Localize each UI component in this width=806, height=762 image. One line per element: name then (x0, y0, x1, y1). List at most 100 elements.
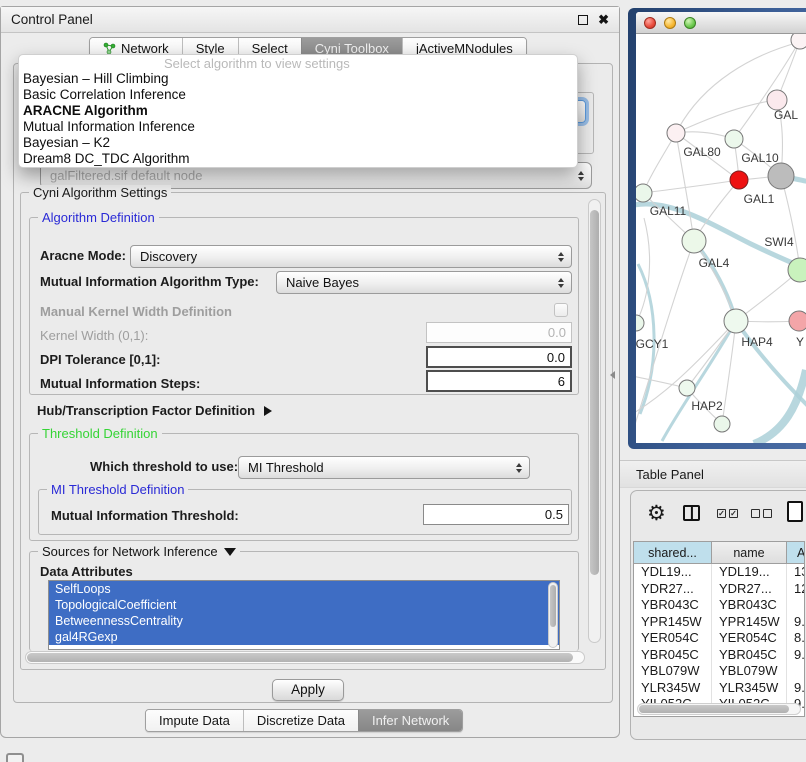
svg-text:HAP2: HAP2 (691, 399, 723, 413)
network-node-y[interactable] (789, 311, 806, 331)
list-item[interactable]: TopologicalCoefficient (49, 597, 559, 613)
column-header-shared-name[interactable]: shared... (634, 542, 712, 564)
dpi-tolerance-input[interactable] (426, 346, 572, 368)
aracne-mode-combo[interactable]: Discovery (130, 245, 572, 268)
dpi-tolerance-label: DPI Tolerance [0,1]: (40, 352, 160, 367)
panel-collapse-handle-icon[interactable] (610, 371, 615, 379)
svg-text:HAP4: HAP4 (741, 335, 773, 349)
table-panel-title: Table Panel (636, 467, 704, 482)
network-node[interactable] (791, 34, 806, 49)
network-node-labels: GAL GAL80 GAL10 GAL1 GAL11 GAL4 SWI4 GCY… (636, 108, 804, 413)
network-node[interactable] (767, 90, 787, 110)
mi-steps-input[interactable] (426, 370, 572, 392)
algorithm-option[interactable]: Dream8 DC_TDC Algorithm (19, 151, 577, 167)
document-icon[interactable] (787, 501, 803, 522)
sources-group: Sources for Network Inference Data Attri… (29, 551, 579, 651)
algorithm-option[interactable]: Bayesian – K2 (19, 135, 577, 151)
settings-horizontal-scrollbar[interactable] (25, 651, 585, 664)
expanded-arrow-icon (224, 548, 236, 556)
mi-steps-label: Mutual Information Steps: (40, 376, 200, 391)
combo-stepper-icon (578, 171, 584, 181)
table-row[interactable]: YBR043C YBR043C (634, 597, 804, 614)
table-row[interactable]: YBR045C YBR045C 9. (634, 647, 804, 664)
algorithm-option-selected[interactable]: ARACNE Algorithm (19, 103, 577, 119)
hub-tf-definition-section[interactable]: Hub/Transcription Factor Definition (37, 403, 272, 418)
network-node-gray[interactable] (768, 163, 794, 189)
table-toolbar: ⚙ ✓✓ (631, 499, 806, 535)
scrollbar-thumb[interactable] (639, 705, 789, 713)
column-header-a[interactable]: A (787, 542, 805, 564)
network-canvas[interactable]: GAL GAL80 GAL10 GAL1 GAL11 GAL4 SWI4 GCY… (636, 34, 806, 443)
tab-infer-network[interactable]: Infer Network (358, 710, 462, 731)
network-node-gal11[interactable] (636, 184, 652, 202)
algorithm-option[interactable]: Bayesian – Hill Climbing (19, 71, 577, 87)
control-panel-titlebar: Control Panel ✖ (1, 7, 619, 33)
checked-columns-icon[interactable]: ✓✓ (717, 509, 738, 518)
kernel-width-input[interactable] (426, 322, 572, 343)
network-nodes (636, 34, 806, 432)
table-panel-header: Table Panel (620, 460, 806, 488)
svg-text:GAL1: GAL1 (744, 192, 775, 206)
combo-stepper-icon (558, 278, 564, 288)
network-node-gal80[interactable] (667, 124, 685, 142)
sources-group-title[interactable]: Sources for Network Inference (38, 544, 240, 559)
table-row[interactable]: YPR145W YPR145W 9. (634, 614, 804, 631)
apply-button[interactable]: Apply (272, 679, 344, 701)
network-node-hap4[interactable] (724, 309, 748, 333)
algorithm-definition-group: Algorithm Definition Aracne Mode: Discov… (29, 217, 579, 395)
column-header-name[interactable]: name (712, 542, 787, 564)
table-row[interactable]: YDL19... YDL19... 13 (634, 564, 804, 581)
combo-stepper-icon (516, 463, 522, 473)
svg-text:GAL80: GAL80 (683, 145, 721, 159)
table-horizontal-scrollbar[interactable] (637, 703, 801, 715)
list-item[interactable]: SelfLoops (49, 581, 559, 597)
algorithm-option[interactable]: Basic Correlation Inference (19, 87, 577, 103)
window-float-icon[interactable] (578, 15, 588, 25)
network-node-gcy1[interactable] (636, 315, 644, 331)
mi-threshold-label: Mutual Information Threshold: (51, 508, 239, 523)
window-close-icon[interactable]: ✖ (598, 15, 609, 25)
list-item[interactable]: gal4RGexp (49, 629, 559, 645)
aracne-mode-label: Aracne Mode: (40, 248, 126, 263)
zoom-traffic-light-icon[interactable] (684, 17, 696, 29)
table-header-row: shared... name A (634, 542, 804, 564)
list-item[interactable]: BetweennessCentrality (49, 613, 559, 629)
close-traffic-light-icon[interactable] (644, 17, 656, 29)
scrollbar-thumb[interactable] (27, 653, 573, 662)
data-attributes-list[interactable]: SelfLoops TopologicalCoefficient Between… (48, 580, 560, 650)
table-row[interactable]: YDR27... YDR27... 12 (634, 581, 804, 598)
mi-threshold-input[interactable] (423, 504, 569, 525)
svg-text:GAL11: GAL11 (650, 204, 687, 218)
algorithm-option[interactable]: Mutual Information Inference (19, 119, 577, 135)
mi-algorithm-type-combo[interactable]: Naive Bayes (276, 271, 572, 294)
network-node-gal4[interactable] (682, 229, 706, 253)
window-title: Control Panel (11, 12, 93, 27)
scrollbar-thumb[interactable] (550, 585, 556, 627)
tab-discretize-data[interactable]: Discretize Data (243, 710, 358, 731)
algorithm-definition-title: Algorithm Definition (38, 210, 159, 225)
svg-text:GAL10: GAL10 (741, 151, 779, 165)
split-pane-icon[interactable] (683, 505, 700, 521)
network-node[interactable] (714, 416, 730, 432)
docked-window-button[interactable] (6, 753, 24, 762)
which-threshold-combo[interactable]: MI Threshold (238, 456, 530, 479)
manual-kernel-width-checkbox[interactable] (554, 303, 568, 317)
scrollbar-thumb[interactable] (590, 210, 599, 575)
kernel-width-label: Kernel Width (0,1): (40, 328, 148, 343)
network-node-hap2[interactable] (679, 380, 695, 396)
combo-stepper-icon (558, 252, 564, 262)
table-row[interactable]: YLR345W YLR345W 9. (634, 680, 804, 697)
network-view-window: GAL GAL80 GAL10 GAL1 GAL11 GAL4 SWI4 GCY… (628, 8, 806, 449)
network-node-gal10[interactable] (725, 130, 743, 148)
table-row[interactable]: YER054C YER054C 8. (634, 630, 804, 647)
tab-impute-data[interactable]: Impute Data (146, 710, 243, 731)
network-node-gal1-selected[interactable] (730, 171, 748, 189)
unchecked-columns-icon[interactable] (751, 509, 772, 518)
table-row[interactable]: YBL079W YBL079W (634, 663, 804, 680)
settings-vertical-scrollbar[interactable] (588, 199, 601, 643)
attributes-list-scrollbar[interactable] (548, 582, 558, 648)
minimize-traffic-light-icon[interactable] (664, 17, 676, 29)
gear-icon[interactable]: ⚙ (647, 501, 666, 527)
data-attributes-label: Data Attributes (40, 564, 133, 579)
mi-algorithm-type-label: Mutual Information Algorithm Type: (40, 274, 259, 289)
